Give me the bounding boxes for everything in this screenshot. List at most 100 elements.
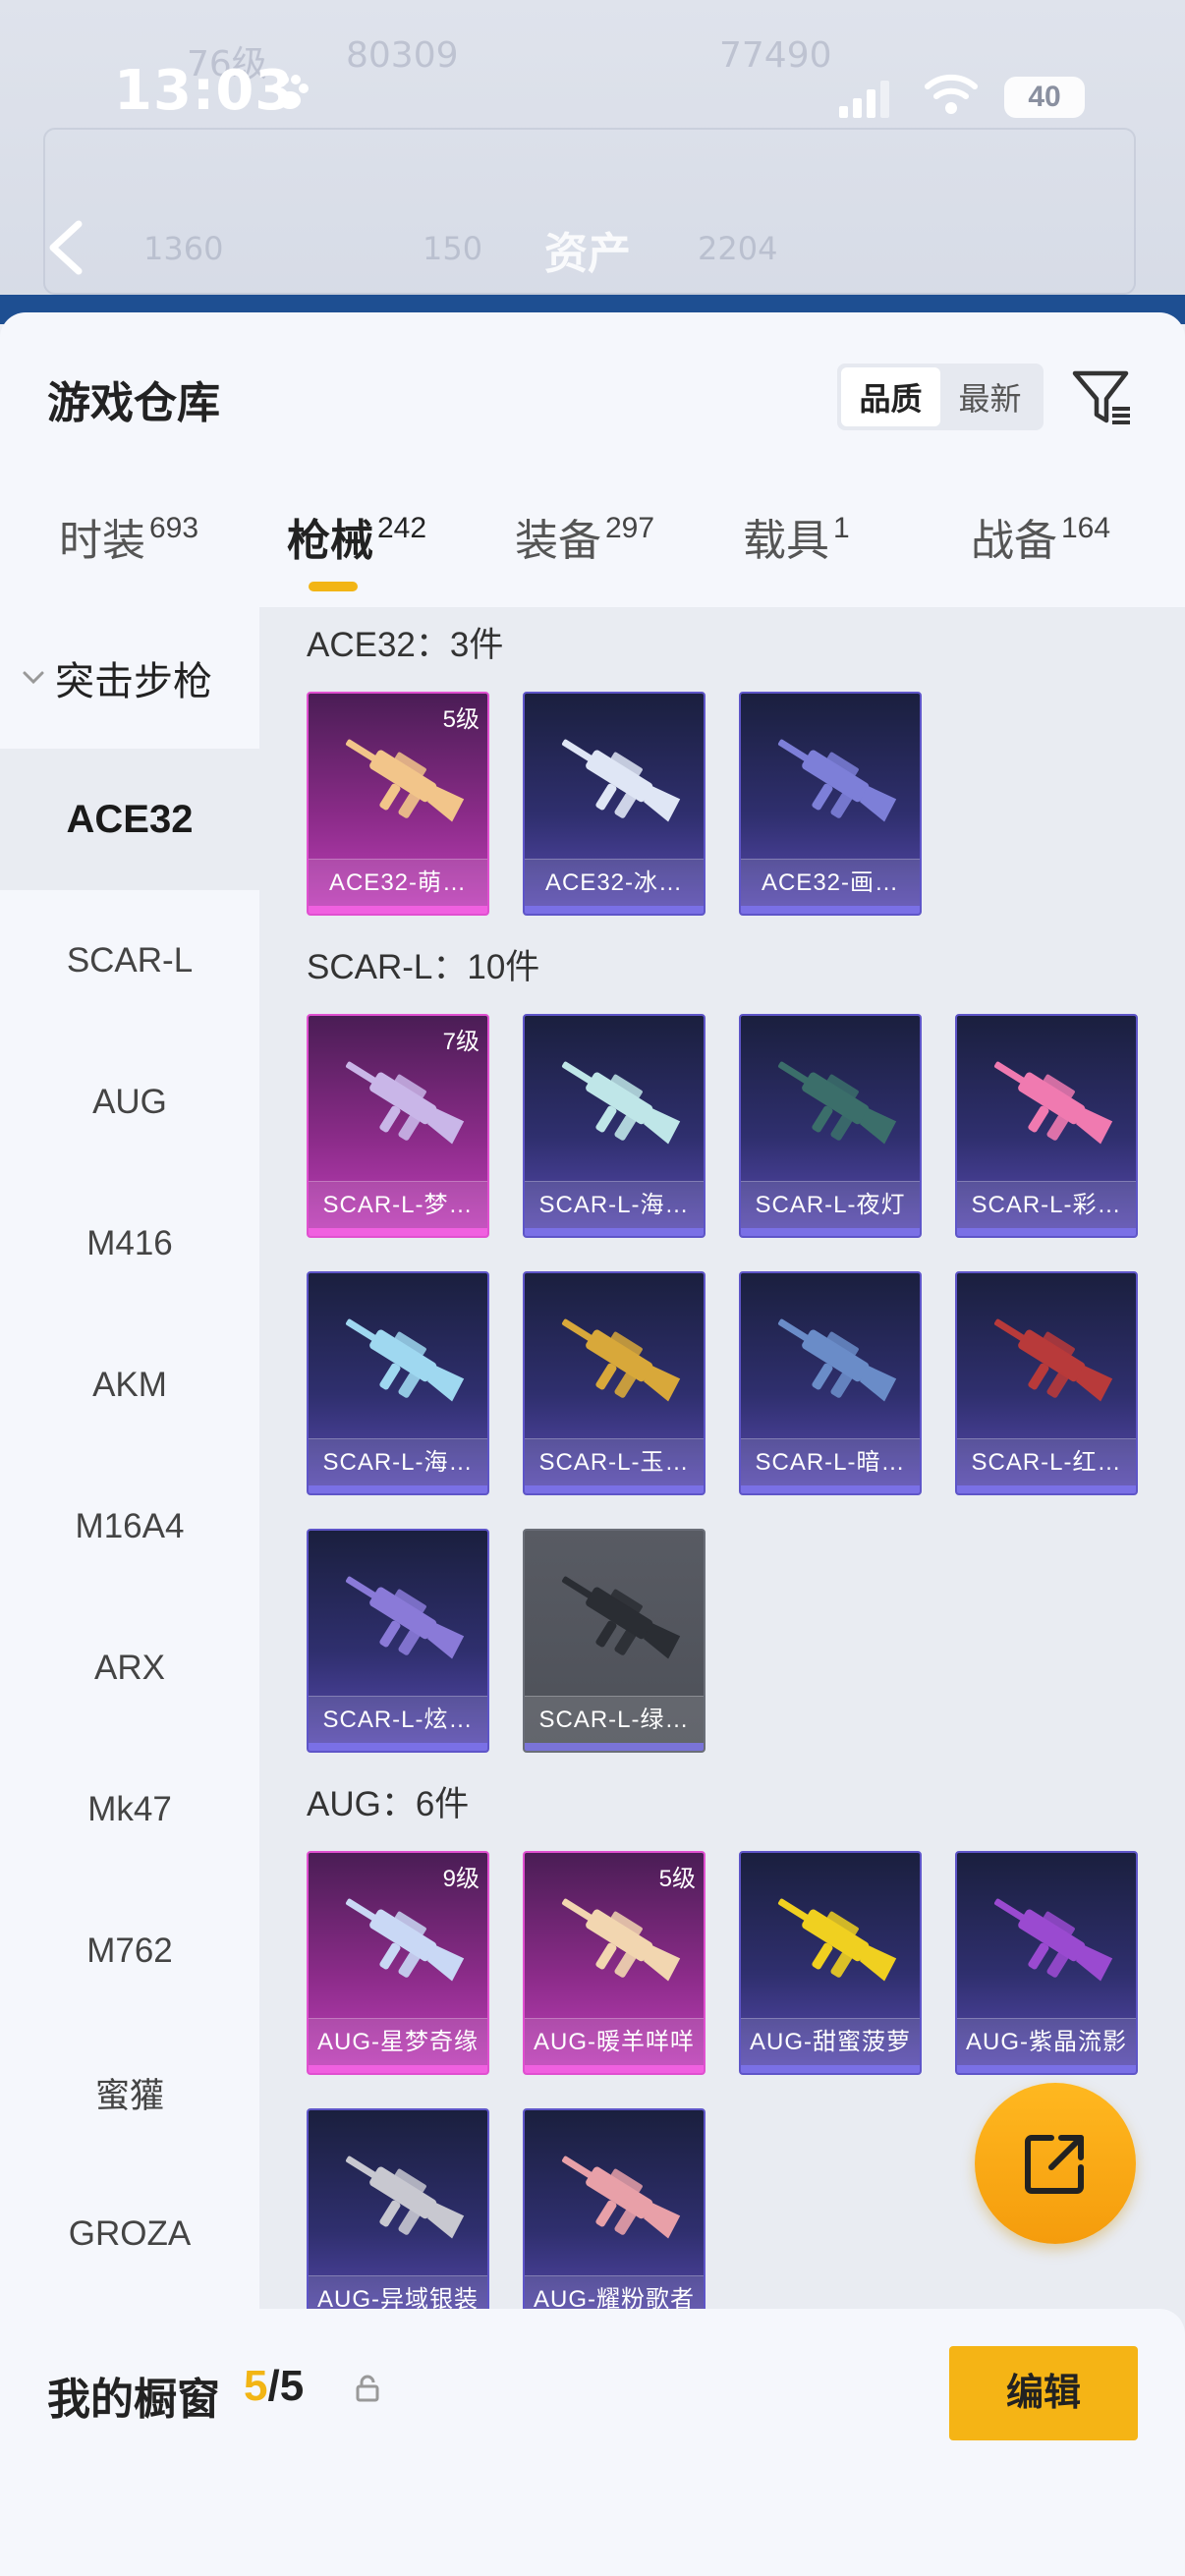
weapon-card[interactable]: SCAR-L-海… xyxy=(307,1271,489,1495)
weapon-name: SCAR-L-海… xyxy=(309,1438,487,1485)
sidebar-item-m416[interactable]: M416 xyxy=(0,1173,259,1315)
weapon-image xyxy=(345,1898,465,1982)
weapon-image xyxy=(345,739,465,822)
share-icon xyxy=(1025,2135,1084,2194)
tab-count: 242 xyxy=(377,512,427,544)
tab-fashion[interactable]: 时装 693 xyxy=(59,505,198,603)
tab-supplies[interactable]: 战备 164 xyxy=(971,505,1110,603)
rarity-strip xyxy=(957,1485,1136,1493)
weapon-name: ACE32-萌… xyxy=(309,859,487,906)
weapon-name: ACE32-冰… xyxy=(525,859,704,906)
weapon-card[interactable]: SCAR-L-红… xyxy=(955,1271,1138,1495)
weapon-name: SCAR-L-夜灯 xyxy=(741,1181,920,1228)
sidebar-item-akm[interactable]: AKM xyxy=(0,1315,259,1456)
rarity-strip xyxy=(741,1485,920,1493)
weapon-card[interactable]: SCAR-L-炫… xyxy=(307,1529,489,1753)
weapon-image xyxy=(561,1061,681,1145)
ghost-stat: 80309 xyxy=(346,35,459,76)
rarity-strip xyxy=(957,1228,1136,1236)
sidebar-item-m762[interactable]: M762 xyxy=(0,1880,259,2022)
showcase-label: 我的橱窗 xyxy=(47,2376,220,2424)
weapon-name: AUG-星梦奇缘 xyxy=(309,2018,487,2065)
showcase-total: /5 xyxy=(267,2362,305,2410)
weapon-card[interactable]: 7级 SCAR-L-梦… xyxy=(307,1014,489,1238)
weapon-name: SCAR-L-红… xyxy=(957,1438,1136,1485)
weapon-name: SCAR-L-暗… xyxy=(741,1438,920,1485)
rarity-strip xyxy=(741,2065,920,2073)
sidebar-item-ace32[interactable]: ACE32 xyxy=(0,749,259,890)
weapon-image xyxy=(345,1318,465,1402)
weapon-name: AUG-甜蜜菠萝 xyxy=(741,2018,920,2065)
weapon-image xyxy=(561,1318,681,1402)
rarity-strip xyxy=(525,1485,704,1493)
tab-label: 时装 xyxy=(59,517,145,565)
sidebar-item-aug[interactable]: AUG xyxy=(0,1032,259,1173)
sidebar-item-groza[interactable]: GROZA xyxy=(0,2163,259,2305)
back-arrow-icon[interactable] xyxy=(43,218,86,277)
showcase-bar: 我的橱窗 5/5 编辑 xyxy=(0,2309,1185,2576)
sidebar-item-mk47[interactable]: Mk47 xyxy=(0,1739,259,1880)
weapon-name: SCAR-L-玉… xyxy=(525,1438,704,1485)
active-tab-indicator xyxy=(309,582,358,591)
weapon-card[interactable]: SCAR-L-彩… xyxy=(955,1014,1138,1238)
weapon-image xyxy=(345,2156,465,2239)
weapon-card[interactable]: AUG-紫晶流影 xyxy=(955,1851,1138,2075)
weapon-card[interactable]: SCAR-L-海… xyxy=(523,1014,705,1238)
weapon-card[interactable]: ACE32-画… xyxy=(739,692,922,916)
weapon-image xyxy=(345,1061,465,1145)
weapon-card[interactable]: 5级 ACE32-萌… xyxy=(307,692,489,916)
sort-quality-option[interactable]: 品质 xyxy=(841,367,940,426)
rarity-strip xyxy=(525,1743,704,1751)
tab-label: 装备 xyxy=(515,517,601,565)
weapon-card[interactable]: SCAR-L-夜灯 xyxy=(739,1014,922,1238)
warehouse-sheet: 游戏仓库 品质 最新 时装 693 枪械 242 装备 297 载具 1 战备 164 xyxy=(0,312,1185,2576)
weapon-name: SCAR-L-绿… xyxy=(525,1696,704,1743)
share-button[interactable] xyxy=(975,2083,1136,2244)
weapon-image xyxy=(561,1576,681,1659)
tab-label: 枪械 xyxy=(287,517,373,565)
weapon-card[interactable]: 5级 AUG-暖羊咩咩 xyxy=(523,1851,705,2075)
weapon-card[interactable]: AUG-甜蜜菠萝 xyxy=(739,1851,922,2075)
weapon-card[interactable]: SCAR-L-暗… xyxy=(739,1271,922,1495)
weapon-image xyxy=(993,1318,1113,1402)
tab-equipment[interactable]: 装备 297 xyxy=(515,505,654,603)
weapon-card[interactable]: 9级 AUG-星梦奇缘 xyxy=(307,1851,489,2075)
tab-vehicles[interactable]: 载具 1 xyxy=(743,505,850,603)
weapon-image xyxy=(777,1318,897,1402)
weapon-grid: ACE32：3件 5级 ACE32-萌… ACE32-冰… ACE32-画… SCAR-L… xyxy=(259,607,1185,2576)
filter-icon[interactable] xyxy=(1069,364,1136,430)
sidebar-item-蜜獾[interactable]: 蜜獾 xyxy=(0,2022,259,2163)
rarity-strip xyxy=(309,1228,487,1236)
edit-button[interactable]: 编辑 xyxy=(949,2346,1138,2440)
sidebar-item-arx[interactable]: ARX xyxy=(0,1597,259,1739)
sort-newest-option[interactable]: 最新 xyxy=(940,367,1040,426)
sidebar-item-scar-l[interactable]: SCAR-L xyxy=(0,890,259,1032)
weapon-image xyxy=(345,1576,465,1659)
weapon-card[interactable]: AUG-耀粉歌者 xyxy=(523,2108,705,2332)
rarity-strip xyxy=(309,1485,487,1493)
showcase-current: 5 xyxy=(244,2362,268,2410)
weapon-name: AUG-紫晶流影 xyxy=(957,2018,1136,2065)
ghost-stat: 77490 xyxy=(719,35,832,76)
rarity-strip xyxy=(957,2065,1136,2073)
rarity-strip xyxy=(525,1228,704,1236)
rarity-strip xyxy=(525,2065,704,2073)
tab-label: 载具 xyxy=(743,517,829,565)
level-badge: 9级 xyxy=(442,1866,480,1892)
tab-count: 297 xyxy=(605,512,655,544)
rarity-strip xyxy=(741,1228,920,1236)
weapon-card[interactable]: SCAR-L-玉… xyxy=(523,1271,705,1495)
ghost-stat: 1360 xyxy=(143,230,224,267)
rarity-strip xyxy=(309,906,487,914)
sidebar-item-m16a4[interactable]: M16A4 xyxy=(0,1456,259,1597)
ghost-stat: 2204 xyxy=(698,230,778,267)
weapon-card[interactable]: SCAR-L-绿… xyxy=(523,1529,705,1753)
weapon-name: SCAR-L-炫… xyxy=(309,1696,487,1743)
sidebar-group-assault-rifles[interactable]: 突击步枪 xyxy=(0,607,259,749)
weapon-card[interactable]: ACE32-冰… xyxy=(523,692,705,916)
sidebar-group-label: 突击步枪 xyxy=(55,660,212,703)
weapon-image xyxy=(777,1061,897,1145)
tab-count: 164 xyxy=(1061,512,1111,544)
weapon-card[interactable]: AUG-异域银装 xyxy=(307,2108,489,2332)
rarity-strip xyxy=(525,906,704,914)
